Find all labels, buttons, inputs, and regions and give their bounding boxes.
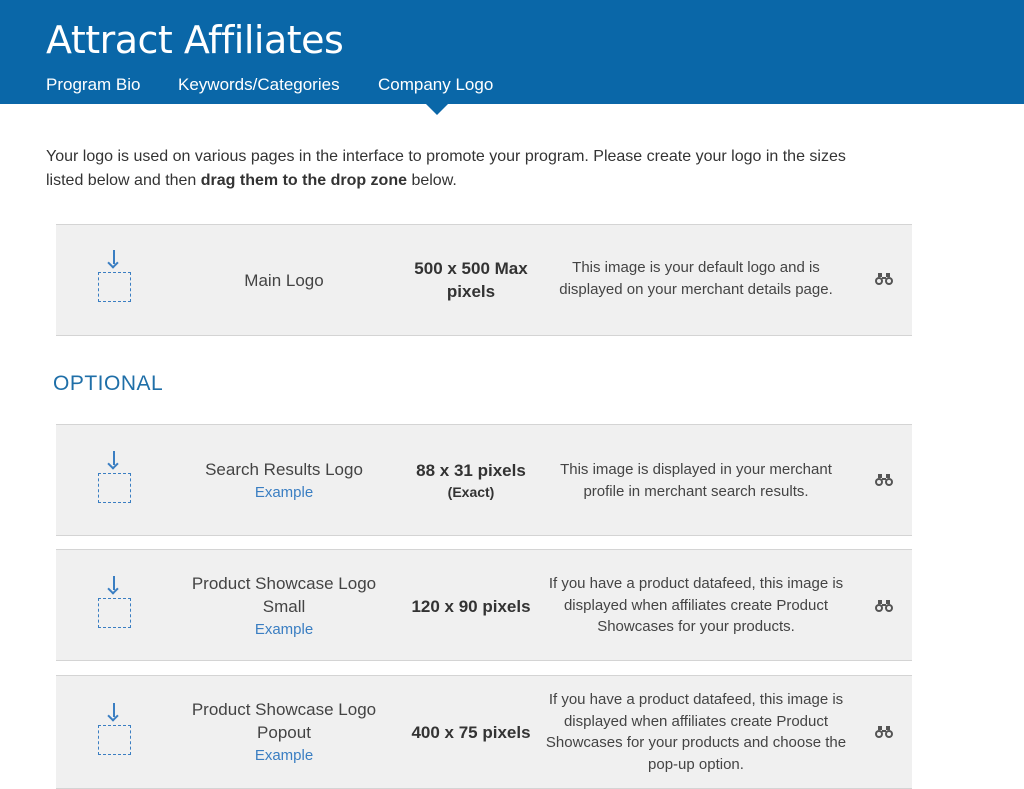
drop-zone-icon[interactable] (98, 250, 131, 302)
tab-program-bio[interactable]: Program Bio (46, 74, 140, 96)
logo-size-text: 88 x 31 pixels (416, 461, 526, 480)
logo-description: If you have a product datafeed, this ima… (545, 691, 847, 773)
down-arrow-icon (113, 250, 115, 264)
binoculars-icon[interactable] (874, 599, 894, 613)
down-arrow-icon (113, 576, 115, 590)
page-title: Attract Affiliates (46, 18, 344, 62)
logo-description: This image is your default logo and is d… (559, 259, 833, 298)
logo-name-text: Product Showcase Logo Small (191, 574, 377, 616)
dashed-box-icon (98, 473, 131, 503)
tab-company-logo[interactable]: Company Logo (378, 74, 493, 96)
optional-heading: OPTIONAL (53, 372, 164, 395)
drop-zone-icon[interactable] (98, 703, 131, 755)
logo-name: Product Showcase Logo Popout Example (176, 698, 392, 767)
down-arrow-icon (113, 703, 115, 717)
logo-row-main: Main Logo 500 x 500 Max pixels This imag… (56, 224, 912, 336)
logo-size: 88 x 31 pixels (Exact) (401, 459, 541, 502)
logo-name-text: Search Results Logo (205, 460, 363, 479)
example-link[interactable]: Example (176, 744, 392, 767)
logo-size-note: (Exact) (447, 484, 495, 500)
logo-size: 500 x 500 Max pixels (414, 259, 528, 301)
logo-description: This image is displayed in your merchant… (560, 461, 832, 500)
binoculars-icon[interactable] (874, 473, 894, 487)
dashed-box-icon (98, 598, 131, 628)
logo-row-showcase-small: Product Showcase Logo Small Example 120 … (56, 549, 912, 661)
logo-size: 400 x 75 pixels (411, 723, 531, 742)
dashed-box-icon (98, 272, 131, 302)
dashed-box-icon (98, 725, 131, 755)
intro-text: Your logo is used on various pages in th… (46, 145, 886, 193)
logo-name: Product Showcase Logo Small Example (176, 572, 392, 641)
logo-row-showcase-popout: Product Showcase Logo Popout Example 400… (56, 675, 912, 789)
logo-size: 120 x 90 pixels (411, 597, 531, 616)
logo-name: Main Logo (244, 271, 324, 290)
tab-keywords-categories[interactable]: Keywords/Categories (178, 74, 340, 96)
active-tab-indicator (426, 104, 448, 115)
logo-row-search-results: Search Results Logo Example 88 x 31 pixe… (56, 424, 912, 536)
logo-description: If you have a product datafeed, this ima… (548, 575, 844, 635)
example-link[interactable]: Example (176, 618, 392, 641)
binoculars-icon[interactable] (874, 725, 894, 739)
binoculars-icon[interactable] (874, 272, 894, 286)
drop-zone-icon[interactable] (98, 451, 131, 503)
example-link[interactable]: Example (176, 481, 392, 504)
intro-text-end: below. (407, 172, 457, 189)
drop-zone-icon[interactable] (98, 576, 131, 628)
logo-name-text: Product Showcase Logo Popout (191, 700, 377, 742)
page-header: Attract Affiliates Program Bio Keywords/… (0, 0, 1024, 104)
logo-name: Search Results Logo Example (176, 458, 392, 504)
down-arrow-icon (113, 451, 115, 465)
intro-text-bold: drag them to the drop zone (200, 172, 407, 189)
